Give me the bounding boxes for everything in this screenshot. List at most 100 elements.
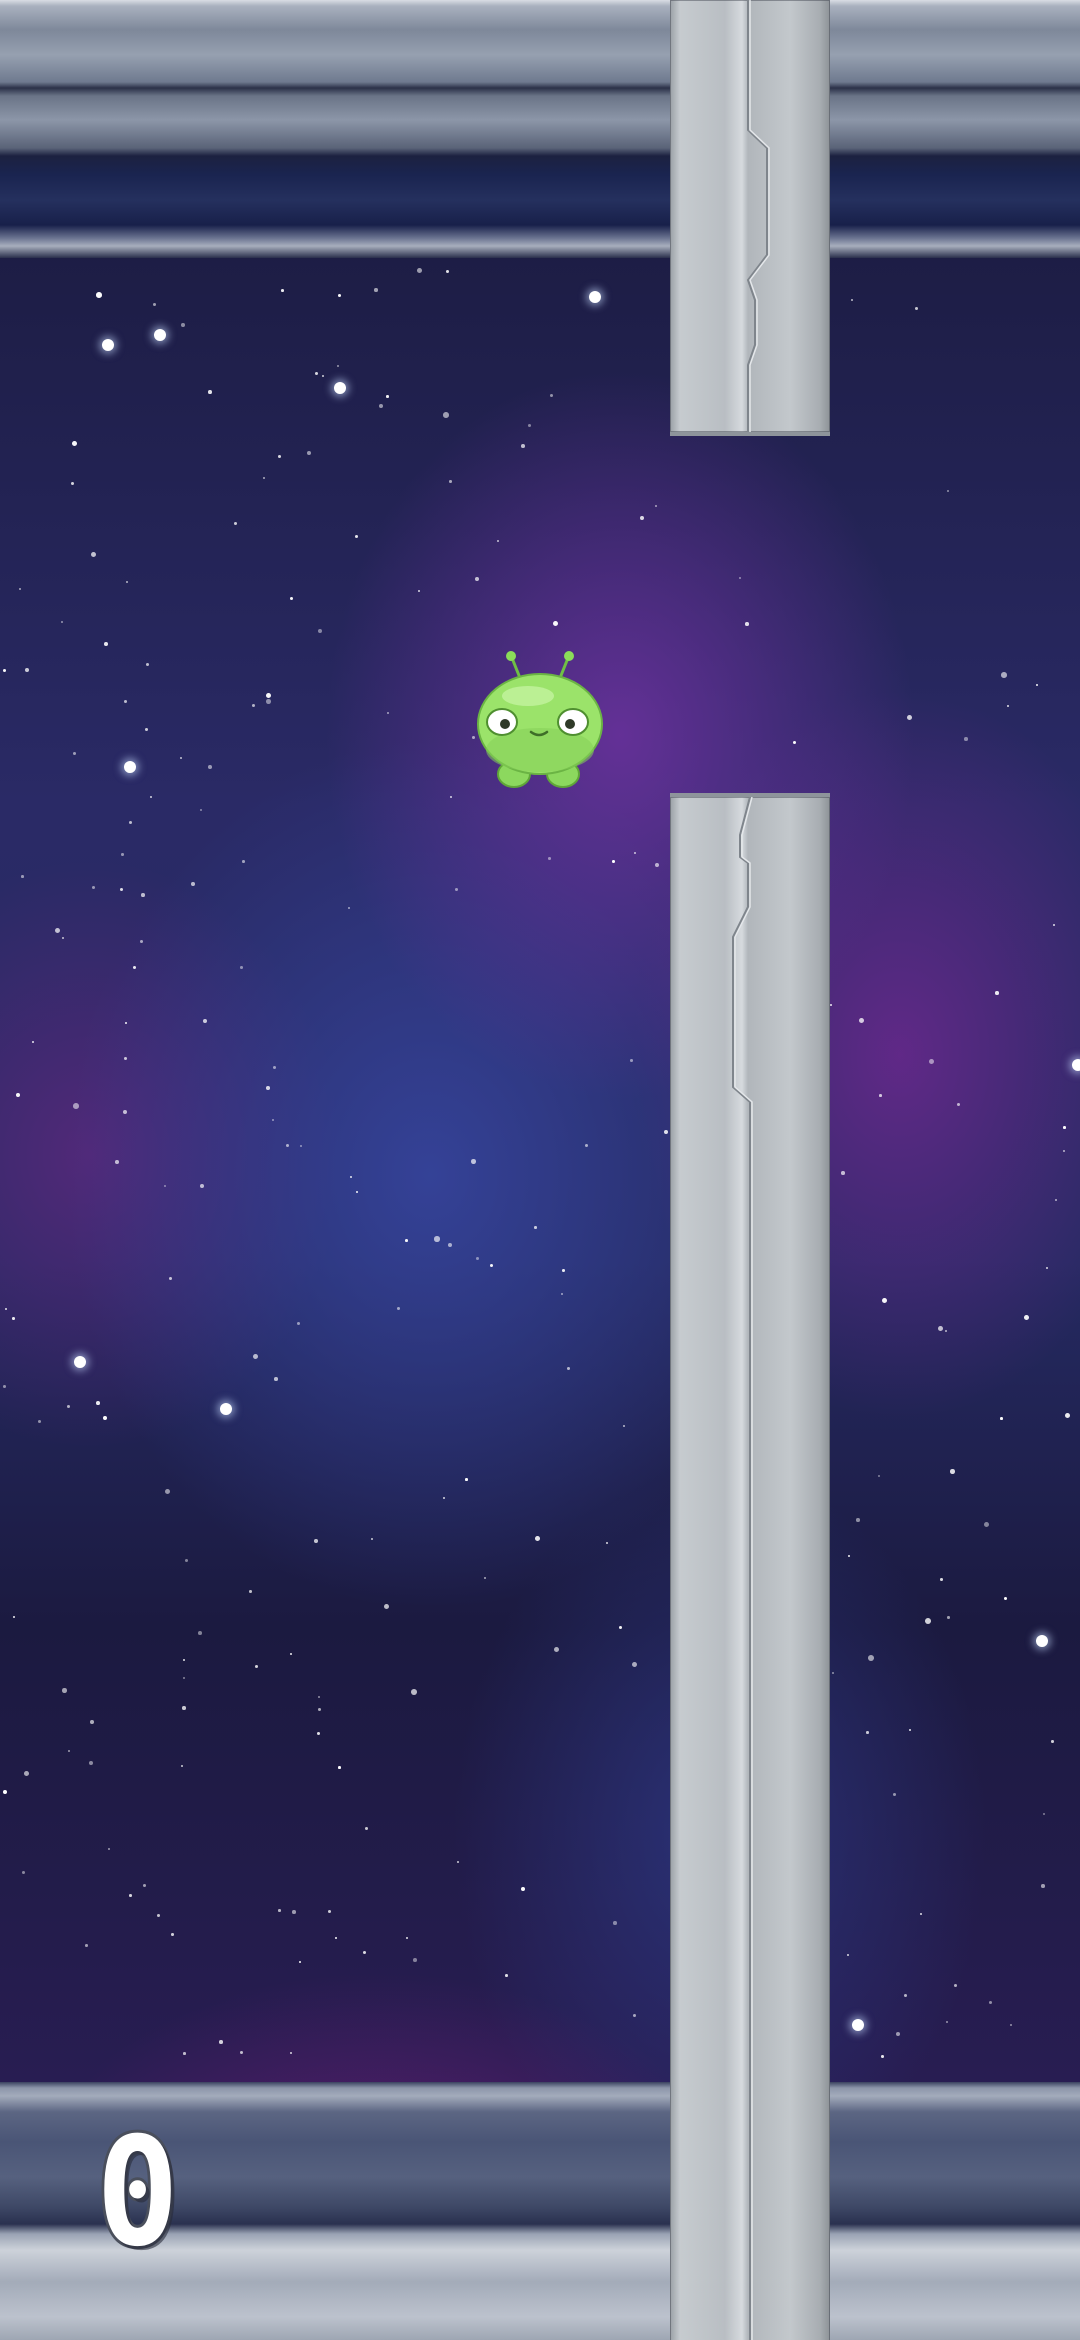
star: [181, 323, 185, 327]
star: [476, 1257, 479, 1260]
star: [505, 1974, 508, 1977]
star: [286, 1144, 290, 1148]
star: [140, 940, 144, 944]
star: [909, 1729, 912, 1732]
star: [338, 294, 342, 298]
star: [882, 1298, 887, 1303]
star: [984, 1522, 990, 1528]
star: [413, 1958, 417, 1962]
star: [553, 621, 559, 627]
star: [655, 505, 658, 508]
star: [91, 552, 97, 558]
star: [25, 668, 30, 673]
star: [208, 765, 212, 769]
star: [121, 853, 124, 856]
star: [521, 1887, 526, 1892]
star: [920, 1913, 923, 1916]
star: [103, 1416, 107, 1420]
star: [371, 1538, 374, 1541]
star: [448, 1243, 452, 1247]
star: [19, 588, 21, 590]
star: [1036, 684, 1039, 687]
star: [739, 577, 742, 580]
star: [104, 642, 108, 646]
star: [96, 1401, 100, 1405]
star: [907, 715, 913, 721]
star: [878, 1475, 881, 1478]
star: [73, 752, 77, 756]
star: [169, 1277, 173, 1281]
star: [89, 1761, 93, 1765]
star: [129, 1894, 132, 1897]
star: [475, 577, 479, 581]
star: [365, 1827, 369, 1831]
star: [471, 1159, 476, 1164]
star: [16, 1093, 20, 1097]
star: [925, 1618, 931, 1624]
top-window-frame: [0, 0, 1080, 258]
star: [950, 1469, 955, 1474]
star: [881, 2055, 884, 2058]
star: [273, 1066, 277, 1070]
star: [124, 1057, 127, 1060]
star: [318, 1696, 321, 1699]
star: [318, 1708, 322, 1712]
game-screen[interactable]: 0: [0, 0, 1080, 2340]
star: [120, 888, 124, 892]
star: [185, 1559, 189, 1563]
star: [154, 329, 166, 341]
star: [1046, 1267, 1049, 1270]
star: [938, 1326, 943, 1331]
star: [848, 1555, 851, 1558]
star: [851, 299, 854, 302]
star: [457, 1861, 460, 1864]
star: [292, 1910, 296, 1914]
star: [852, 2019, 864, 2031]
star: [613, 1921, 617, 1925]
star: [915, 307, 919, 311]
star: [240, 2051, 244, 2055]
star: [124, 700, 128, 704]
star: [297, 1322, 301, 1326]
star: [832, 1672, 835, 1675]
star: [300, 1145, 303, 1148]
star: [379, 404, 384, 409]
star: [249, 1590, 252, 1593]
star: [995, 991, 999, 995]
star: [1001, 672, 1007, 678]
star: [242, 860, 245, 863]
star: [183, 1659, 186, 1662]
star: [350, 1176, 353, 1179]
star: [384, 1604, 390, 1610]
star: [200, 1184, 205, 1189]
star: [55, 928, 61, 934]
star: [879, 1094, 882, 1097]
star: [947, 490, 950, 493]
star: [1000, 1417, 1003, 1420]
star: [841, 1171, 845, 1175]
star: [338, 1766, 341, 1769]
star: [606, 1542, 609, 1545]
star: [1007, 705, 1010, 708]
star: [640, 516, 644, 520]
star: [1004, 1597, 1008, 1601]
star: [266, 693, 272, 699]
star: [124, 761, 136, 773]
star: [868, 1655, 874, 1661]
star: [115, 1160, 119, 1164]
star: [893, 1793, 897, 1797]
pipe-top-seam: [746, 0, 770, 432]
star: [165, 1489, 171, 1495]
star: [153, 303, 157, 307]
star: [356, 1191, 359, 1194]
star: [1036, 1635, 1048, 1647]
star: [328, 1910, 332, 1914]
star: [567, 1367, 571, 1371]
star: [535, 1536, 540, 1541]
star: [957, 1103, 961, 1107]
star: [455, 888, 459, 892]
star: [632, 1662, 638, 1668]
star: [334, 382, 346, 394]
star: [1055, 1199, 1058, 1202]
star: [363, 1951, 367, 1955]
